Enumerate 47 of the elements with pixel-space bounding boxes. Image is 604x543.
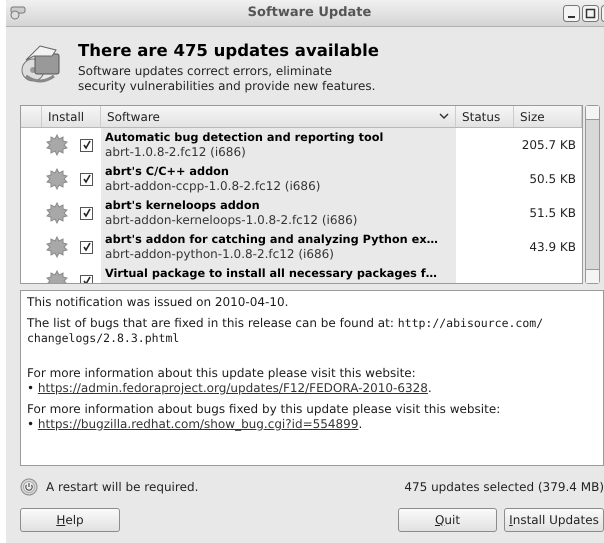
updates-heading: There are 475 updates available xyxy=(78,41,379,61)
info-text: For more information about this update please visit this website: xyxy=(27,366,417,381)
link-line: • https://bugzilla.redhat.com/show_bug.cgi?id=554899. xyxy=(27,417,364,432)
issued-date-text: This notification was issued on 2010-04-10. xyxy=(27,295,290,310)
starburst-icon xyxy=(46,202,68,224)
window-title: Software Update xyxy=(246,4,372,22)
checkbox[interactable] xyxy=(80,240,93,254)
package-size: 51.5 KB xyxy=(529,205,576,222)
package-version: abrt-addon-kerneloops-1.0.8-2.fc12 (i686) xyxy=(105,213,358,228)
checkbox[interactable] xyxy=(80,172,93,186)
column-header[interactable]: Install xyxy=(42,106,101,127)
package-name: abrt's kerneloops addon xyxy=(105,198,260,213)
link-line: • https://admin.fedoraproject.org/updates/F12/FEDORA-2010-6328. xyxy=(27,381,433,396)
package-name: abrt's C/C++ addon xyxy=(105,164,229,179)
power-icon xyxy=(20,478,38,496)
minimize-icon[interactable] xyxy=(563,4,580,22)
dialog-button[interactable]: Quit xyxy=(398,508,497,532)
website-link[interactable]: https://admin.fedoraproject.org/updates/F12/FEDORA-2010-6328 xyxy=(38,381,428,395)
dialog-button[interactable]: Install Updates xyxy=(504,508,604,532)
starburst-icon xyxy=(46,168,68,190)
package-size: 50.5 KB xyxy=(529,171,576,188)
dialog-button[interactable]: Help xyxy=(20,508,120,532)
column-header[interactable]: Status xyxy=(456,106,514,127)
package-version: abrt-addon-ccpp-1.0.8-2.fc12 (i686) xyxy=(105,179,322,194)
package-version: abrt-addon-python-1.0.8-2.fc12 (i686) xyxy=(105,247,335,262)
package-name: Virtual package to install all necessary packages f… xyxy=(105,266,437,281)
scrollbar[interactable] xyxy=(585,105,600,284)
starburst-icon xyxy=(46,236,68,258)
window-menu-icon[interactable] xyxy=(10,6,26,20)
website-link[interactable]: https://bugzilla.redhat.com/show_bug.cgi?id=554899 xyxy=(38,417,358,431)
package-name: Automatic bug detection and reporting tool xyxy=(105,130,384,145)
bug-list-text: The list of bugs that are fixed in this release can be found at: http://abisource.com/ changelogs/2.8.3.phtml xyxy=(27,316,544,346)
chevron-down-icon[interactable] xyxy=(439,113,449,120)
selection-summary: 475 updates selected (379.4 MB) xyxy=(404,479,604,496)
starburst-icon xyxy=(46,134,68,156)
package-size: 43.9 KB xyxy=(529,239,576,256)
package-version: abrt-1.0.8-2.fc12 (i686) xyxy=(105,145,247,160)
maximize-icon[interactable] xyxy=(582,4,599,22)
checkbox[interactable] xyxy=(80,206,93,220)
updates-description: Software updates correct errors, eliminate security vulnerabilities and provide new features. xyxy=(78,64,376,94)
package-size: 205.7 KB xyxy=(522,137,576,154)
restart-notice: A restart will be required. xyxy=(46,479,200,496)
info-text: For more information about bugs fixed by this update please visit this website: xyxy=(27,402,502,417)
column-header[interactable]: Size xyxy=(514,106,582,127)
column-header[interactable]: Software xyxy=(101,106,456,127)
checkbox[interactable] xyxy=(80,138,93,152)
package-name: abrt's addon for catching and analyzing Python ex… xyxy=(105,232,438,247)
